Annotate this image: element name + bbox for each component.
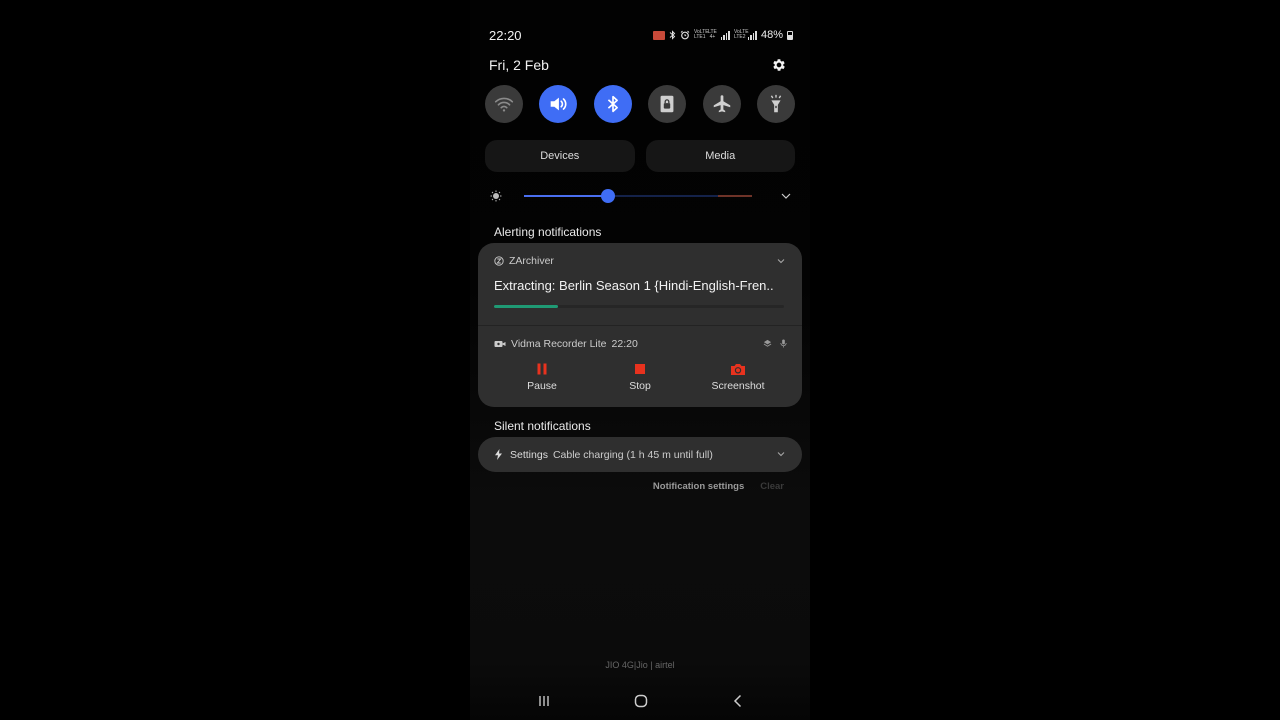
stop-icon [635, 364, 645, 374]
volte-lte1-icon: VoLTE LTE1 [693, 29, 709, 40]
brightness-icon [490, 190, 502, 202]
chevron-down-icon[interactable] [776, 449, 786, 459]
notification-settings-button[interactable]: Notification settings [653, 481, 744, 492]
airplane-icon [713, 95, 730, 113]
quick-setting-flashlight[interactable] [756, 85, 795, 123]
wifi-icon [494, 97, 514, 112]
navigation-bar [470, 690, 810, 712]
volte-lte2-icon: VoLTE LTE2 [733, 29, 749, 40]
zarchiver-app-row: ZArchiver [494, 255, 554, 267]
zarchiver-app-name: ZArchiver [509, 255, 554, 267]
charging-bolt-icon [495, 449, 502, 460]
lte-plus-icon: LTE 4+ [708, 29, 717, 40]
chevron-down-icon[interactable] [776, 256, 786, 266]
quick-settings-row [485, 85, 795, 123]
media-button[interactable]: Media [645, 140, 795, 172]
quick-setting-wifi[interactable] [485, 85, 523, 123]
extract-progress-fill [494, 305, 558, 308]
vidma-notification[interactable]: Vidma Recorder Lite 22:20 Pause Stop Scr… [478, 326, 802, 406]
quick-setting-secure-folder[interactable] [648, 85, 687, 123]
date-text[interactable]: Fri, 2 Feb [489, 57, 549, 73]
home-icon[interactable] [633, 693, 649, 709]
pause-button[interactable]: Pause [494, 362, 590, 392]
quick-setting-sound[interactable] [539, 85, 578, 123]
alerting-notifications-label: Alerting notifications [494, 225, 602, 239]
charging-notification[interactable]: Settings Cable charging (1 h 45 m until … [478, 437, 802, 472]
zarchiver-icon [494, 256, 504, 266]
flashlight-icon [770, 94, 782, 113]
devices-button[interactable]: Devices [485, 140, 635, 172]
signal-1-icon [720, 30, 730, 40]
brightness-thumb[interactable] [601, 189, 616, 203]
screenshot-button[interactable]: Screenshot [690, 362, 786, 392]
notification-footer: Notification settings Clear [653, 481, 784, 492]
notification-shade: 22:20 VoLTE LTE1 LTE 4+ VoLTE LTE2 48% F… [470, 0, 810, 720]
stop-button[interactable]: Stop [592, 362, 688, 392]
battery-icon [787, 30, 793, 40]
alerting-notifications-card: ZArchiver Extracting: Berlin Season 1 {H… [478, 243, 802, 407]
date-row: Fri, 2 Feb [489, 56, 787, 74]
pause-label: Pause [527, 380, 557, 392]
pause-icon [537, 363, 547, 375]
brightness-fill [524, 195, 609, 197]
vidma-actions: Pause Stop Screenshot [494, 362, 786, 392]
settings-app-name: Settings [510, 448, 548, 461]
volume-icon [551, 97, 567, 111]
lock-folder-icon [660, 95, 674, 113]
brightness-high-zone [718, 195, 752, 197]
brightness-row [490, 186, 792, 206]
status-time: 22:20 [489, 27, 522, 43]
alarm-icon [680, 30, 690, 40]
vidma-status-icons [763, 339, 788, 348]
vidma-app-row: Vidma Recorder Lite 22:20 [494, 338, 638, 350]
charging-message: Cable charging (1 h 45 m until full) [552, 448, 713, 461]
vidma-app-name: Vidma Recorder Lite [511, 338, 607, 350]
quick-setting-airplane-mode[interactable] [702, 85, 741, 123]
screenshot-label: Screenshot [711, 380, 765, 392]
signal-2-icon [747, 30, 757, 40]
recent-apps-icon[interactable] [536, 693, 552, 709]
bluetooth-icon [607, 95, 618, 113]
zarchiver-title: Extracting: Berlin Season 1 {Hindi-Engli… [494, 278, 774, 293]
chevron-down-icon[interactable] [780, 190, 792, 202]
quick-setting-bluetooth[interactable] [593, 85, 632, 123]
status-bar: 22:20 VoLTE LTE1 LTE 4+ VoLTE LTE2 48% [489, 27, 793, 43]
device-media-row: Devices Media [485, 140, 795, 172]
stop-label: Stop [629, 380, 651, 392]
status-icons: VoLTE LTE1 LTE 4+ VoLTE LTE2 48% [652, 29, 793, 41]
video-camera-icon [494, 341, 506, 347]
screen-cast-icon [652, 30, 665, 40]
battery-percent: 48% [760, 29, 783, 41]
vidma-time: 22:20 [611, 338, 638, 350]
back-icon[interactable] [730, 693, 746, 709]
microphone-icon [780, 339, 787, 348]
silent-notifications-label: Silent notifications [494, 419, 591, 433]
brightness-slider[interactable] [524, 186, 752, 206]
carrier-label: JIO 4G|Jio | airtel [605, 660, 675, 670]
extract-progress-bar [494, 305, 784, 308]
clear-button[interactable]: Clear [760, 481, 784, 492]
camera-icon [731, 364, 745, 375]
layers-icon [763, 339, 772, 347]
gear-icon[interactable] [771, 57, 787, 73]
bluetooth-icon [669, 30, 676, 40]
zarchiver-notification[interactable]: ZArchiver Extracting: Berlin Season 1 {H… [478, 243, 802, 326]
